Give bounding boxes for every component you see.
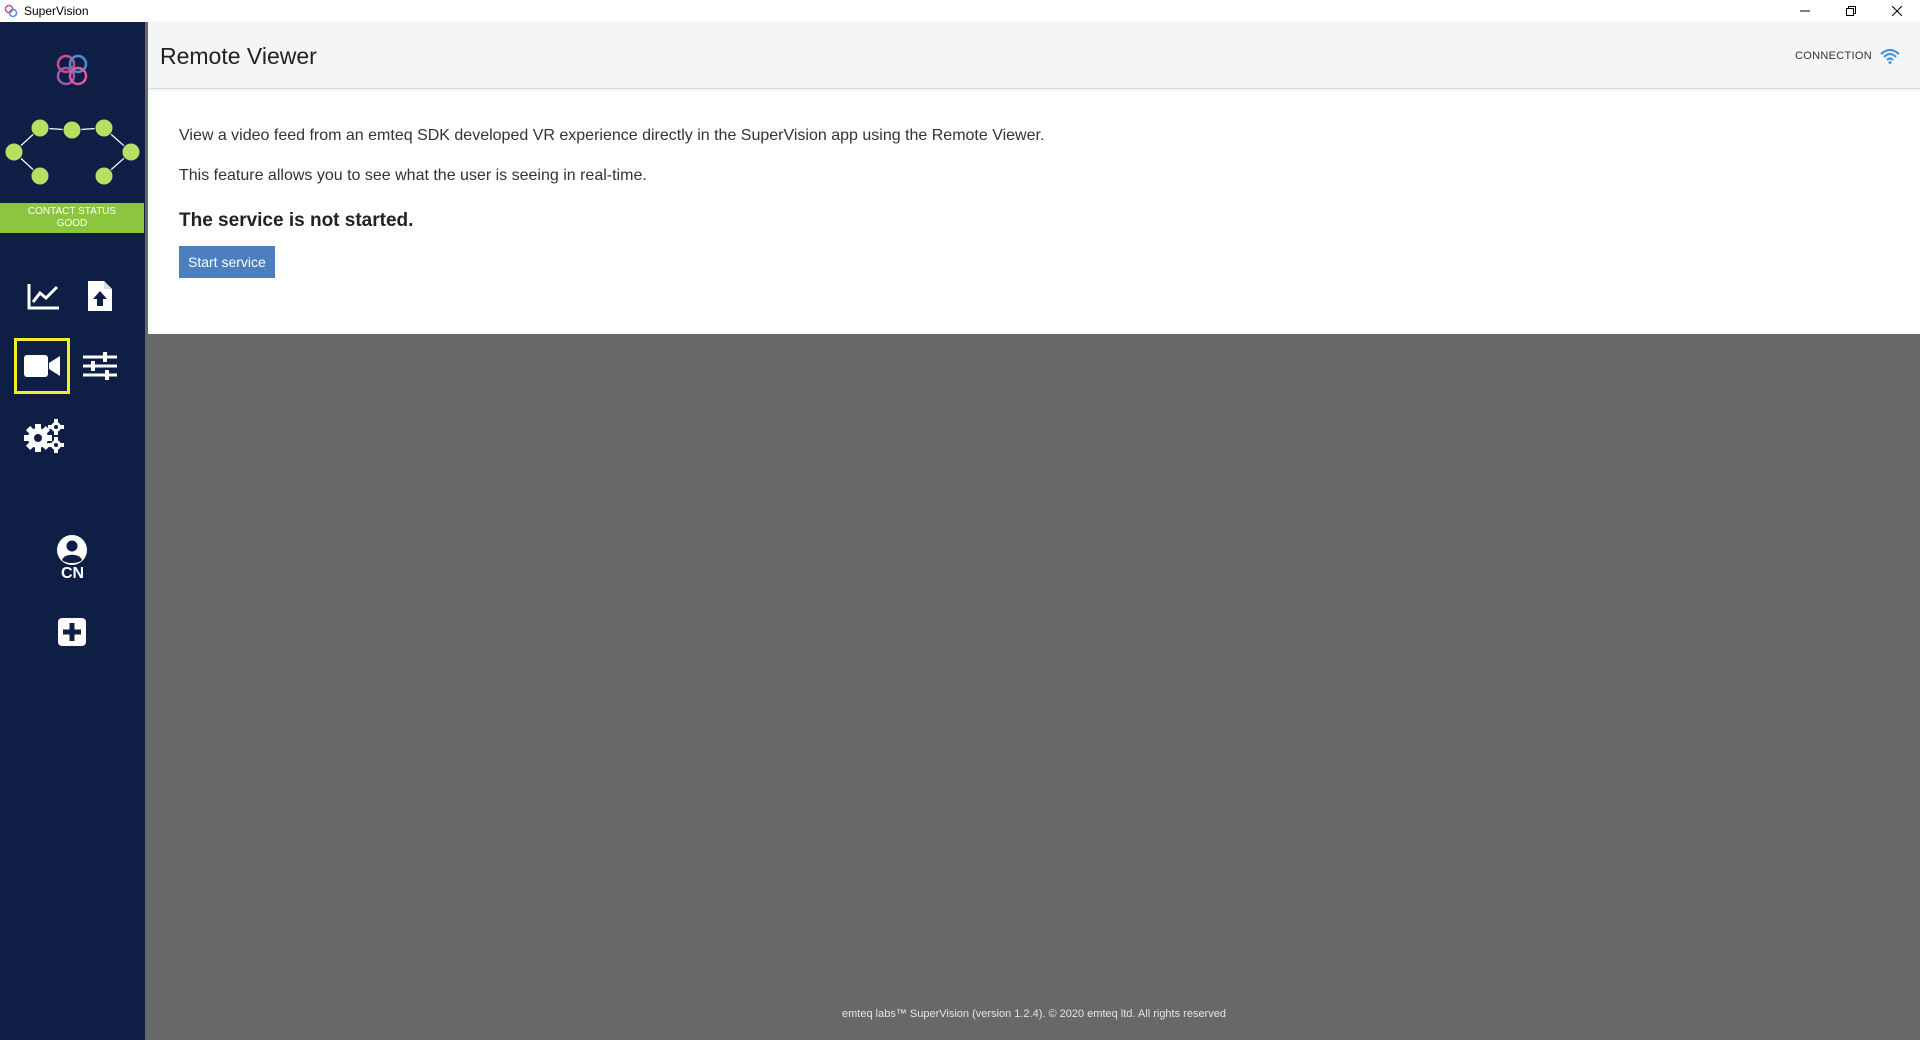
footer-copyright: emteq labs™ SuperVision (version 1.2.4).… [842, 1008, 1226, 1020]
window-controls [1782, 0, 1920, 22]
user-avatar-icon [57, 535, 87, 565]
video-camera-icon [24, 355, 60, 377]
sidebar: CONTACT STATUS GOOD CN [0, 22, 145, 1040]
close-button[interactable] [1874, 0, 1920, 22]
page-header: Remote Viewer CONNECTION [148, 22, 1920, 89]
contact-status-value: GOOD [56, 218, 88, 229]
minimize-icon [1800, 10, 1810, 12]
connection-indicator: CONNECTION [1795, 48, 1900, 64]
remote-viewer-content: View a video feed from an emteq SDK deve… [148, 89, 1920, 278]
nav-remote-viewer[interactable] [14, 338, 70, 394]
service-status-text: The service is not started. [179, 210, 414, 231]
contact-status-label: CONTACT STATUS [27, 206, 117, 217]
start-service-button[interactable]: Start service [179, 246, 275, 278]
restore-icon [1846, 6, 1856, 16]
sliders-icon [83, 352, 117, 380]
nav-settings[interactable] [16, 408, 72, 464]
minimize-button[interactable] [1782, 0, 1828, 22]
user-initials: CN [60, 565, 85, 582]
app-icon [4, 4, 18, 18]
restore-button[interactable] [1828, 0, 1874, 22]
emteq-logo-icon[interactable] [54, 52, 90, 88]
nav-analytics[interactable] [16, 268, 72, 324]
nav-adjustments[interactable] [72, 338, 128, 394]
window-title: SuperVision [24, 4, 89, 18]
description-text: View a video feed from an emteq SDK deve… [179, 127, 1045, 144]
title-bar: SuperVision [0, 0, 1920, 22]
plus-square-icon [58, 618, 86, 646]
add-button[interactable] [44, 604, 100, 660]
main-panel: Remote Viewer CONNECTION View a video fe… [148, 22, 1920, 334]
contact-status-badge: CONTACT STATUS GOOD [0, 203, 144, 233]
page-title: Remote Viewer [160, 43, 317, 69]
feature-text: This feature allows you to see what the … [179, 167, 647, 184]
wifi-icon [1880, 48, 1900, 64]
chart-icon [27, 284, 59, 310]
file-upload-icon [88, 281, 112, 311]
gears-icon [24, 419, 64, 453]
close-icon [1892, 6, 1902, 16]
nav-upload-file[interactable] [72, 268, 128, 324]
connection-label: CONNECTION [1795, 50, 1872, 62]
